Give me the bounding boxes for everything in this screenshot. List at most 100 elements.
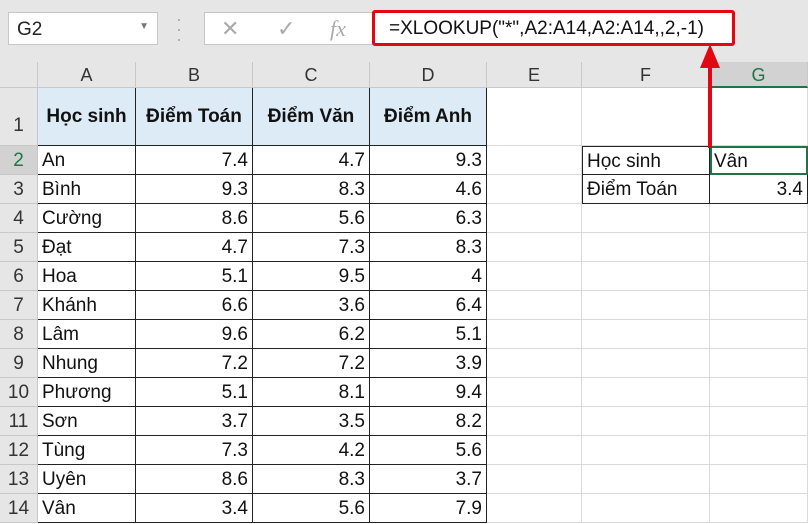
score-cell[interactable]: 6.3 [370, 204, 487, 233]
enter-icon[interactable]: ✓ [277, 16, 295, 42]
student-name-cell[interactable]: Lâm [38, 320, 136, 349]
column-header-B[interactable]: B [136, 62, 253, 88]
cell[interactable] [487, 88, 582, 146]
score-cell[interactable]: 4.7 [136, 233, 253, 262]
score-cell[interactable]: 8.1 [253, 378, 370, 407]
cell[interactable] [487, 233, 582, 262]
cell[interactable] [582, 465, 710, 494]
score-cell[interactable]: 6.4 [370, 291, 487, 320]
header-cell[interactable]: Điểm Toán [136, 88, 253, 146]
score-cell[interactable]: 9.4 [370, 378, 487, 407]
row-header-8[interactable]: 8 [0, 320, 38, 349]
score-cell[interactable]: 7.4 [136, 146, 253, 175]
cell[interactable] [710, 436, 808, 465]
score-cell[interactable]: 5.6 [253, 494, 370, 523]
cell[interactable] [487, 175, 582, 204]
insert-function-icon[interactable]: fx [330, 16, 346, 42]
score-cell[interactable]: 4.6 [370, 175, 487, 204]
header-cell[interactable]: Điểm Văn [253, 88, 370, 146]
cell[interactable] [487, 291, 582, 320]
score-cell[interactable]: 9.3 [136, 175, 253, 204]
cancel-icon[interactable]: ✕ [221, 16, 239, 42]
score-cell[interactable]: 3.7 [370, 465, 487, 494]
score-cell[interactable]: 9.6 [136, 320, 253, 349]
cell[interactable] [710, 320, 808, 349]
column-header-C[interactable]: C [253, 62, 370, 88]
student-name-cell[interactable]: Đạt [38, 233, 136, 262]
score-cell[interactable]: 9.5 [253, 262, 370, 291]
header-cell[interactable]: Học sinh [38, 88, 136, 146]
score-cell[interactable]: 3.4 [136, 494, 253, 523]
column-header-A[interactable]: A [38, 62, 136, 88]
column-header-F[interactable]: F [582, 62, 710, 88]
formula-input[interactable]: =XLOOKUP("*",A2:A14,A2:A14,,2,-1) [372, 10, 735, 46]
row-header-1[interactable]: 1 [0, 88, 38, 146]
score-cell[interactable]: 3.9 [370, 349, 487, 378]
cell[interactable] [487, 378, 582, 407]
score-cell[interactable]: 7.2 [136, 349, 253, 378]
student-name-cell[interactable]: Uyên [38, 465, 136, 494]
cell[interactable] [710, 407, 808, 436]
score-cell[interactable]: 9.3 [370, 146, 487, 175]
cell[interactable] [582, 349, 710, 378]
cell[interactable] [710, 349, 808, 378]
cell[interactable] [487, 204, 582, 233]
cell[interactable] [710, 465, 808, 494]
chevron-down-icon[interactable]: ▼ [139, 21, 149, 32]
score-cell[interactable]: 3.7 [136, 407, 253, 436]
score-cell[interactable]: 4 [370, 262, 487, 291]
score-cell[interactable]: 4.2 [253, 436, 370, 465]
cell[interactable] [582, 233, 710, 262]
row-header-5[interactable]: 5 [0, 233, 38, 262]
score-cell[interactable]: 8.6 [136, 204, 253, 233]
cell[interactable] [487, 436, 582, 465]
cell[interactable] [582, 291, 710, 320]
row-header-7[interactable]: 7 [0, 291, 38, 320]
row-header-6[interactable]: 6 [0, 262, 38, 291]
lookup-score-cell[interactable]: 3.4 [710, 175, 808, 204]
student-name-cell[interactable]: Bình [38, 175, 136, 204]
name-box[interactable]: G2 ▼ [8, 12, 158, 45]
cell[interactable] [582, 262, 710, 291]
score-cell[interactable]: 5.6 [370, 436, 487, 465]
column-header-D[interactable]: D [370, 62, 487, 88]
cell[interactable] [487, 494, 582, 523]
row-header-13[interactable]: 13 [0, 465, 38, 494]
score-cell[interactable]: 4.7 [253, 146, 370, 175]
cell[interactable] [710, 204, 808, 233]
score-cell[interactable]: 6.2 [253, 320, 370, 349]
student-name-cell[interactable]: Hoa [38, 262, 136, 291]
score-cell[interactable]: 6.6 [136, 291, 253, 320]
cell[interactable] [710, 233, 808, 262]
row-header-14[interactable]: 14 [0, 494, 38, 523]
score-cell[interactable]: 5.1 [136, 262, 253, 291]
cell[interactable] [487, 349, 582, 378]
student-name-cell[interactable]: Cường [38, 204, 136, 233]
score-cell[interactable]: 7.2 [253, 349, 370, 378]
lookup-result-cell[interactable]: Vân [710, 146, 808, 175]
cell[interactable] [487, 146, 582, 175]
student-name-cell[interactable]: Nhung [38, 349, 136, 378]
cell[interactable] [487, 465, 582, 494]
cell[interactable] [487, 407, 582, 436]
header-cell[interactable]: Điểm Anh [370, 88, 487, 146]
column-header-E[interactable]: E [487, 62, 582, 88]
row-header-12[interactable]: 12 [0, 436, 38, 465]
cell[interactable] [487, 262, 582, 291]
score-cell[interactable]: 8.3 [370, 233, 487, 262]
score-cell[interactable]: 5.6 [253, 204, 370, 233]
student-name-cell[interactable]: Vân [38, 494, 136, 523]
score-cell[interactable]: 8.2 [370, 407, 487, 436]
student-name-cell[interactable]: An [38, 146, 136, 175]
row-header-4[interactable]: 4 [0, 204, 38, 233]
column-header-G[interactable]: G [710, 62, 808, 88]
cell[interactable] [710, 494, 808, 523]
cell[interactable] [487, 320, 582, 349]
score-cell[interactable]: 7.3 [253, 233, 370, 262]
select-all-corner[interactable] [0, 62, 38, 88]
row-header-3[interactable]: 3 [0, 175, 38, 204]
row-header-9[interactable]: 9 [0, 349, 38, 378]
score-cell[interactable]: 8.6 [136, 465, 253, 494]
cell[interactable] [582, 320, 710, 349]
cell[interactable] [582, 436, 710, 465]
